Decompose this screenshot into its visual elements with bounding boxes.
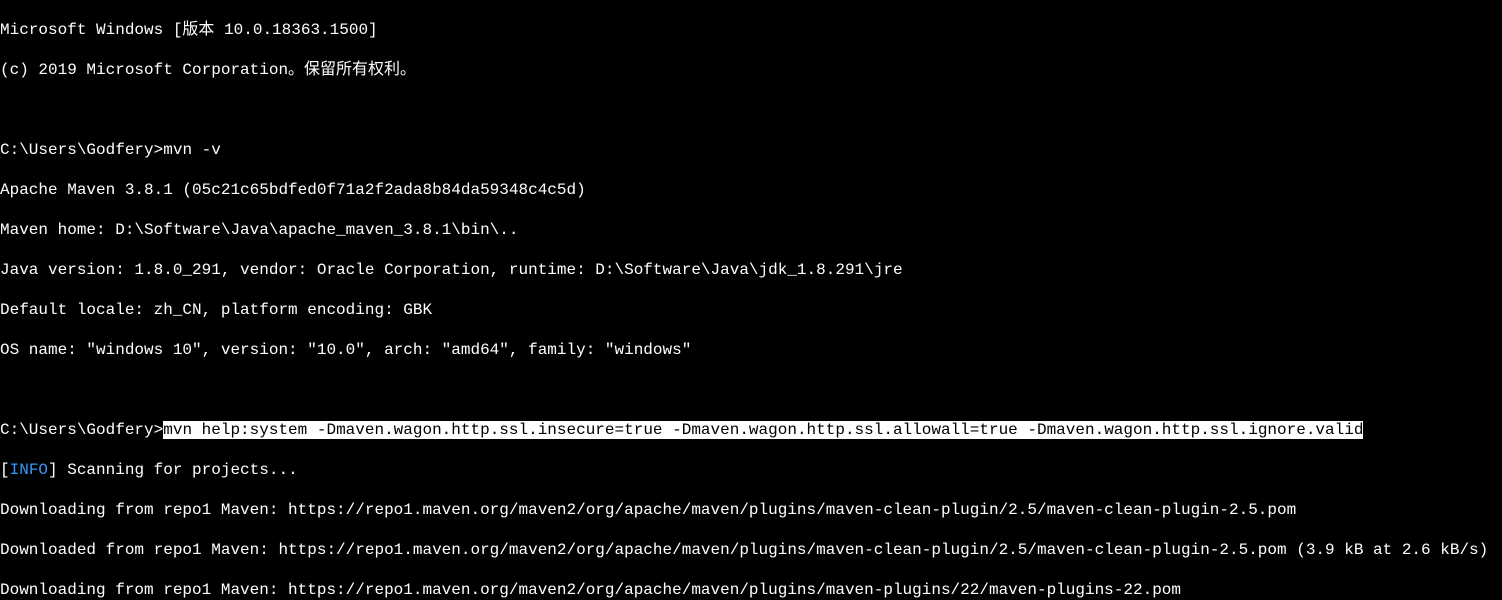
maven-home-line: Maven home: D:\Software\Java\apache_mave… [0, 220, 1502, 240]
os-name-line: OS name: "windows 10", version: "10.0", … [0, 340, 1502, 360]
maven-version-line: Apache Maven 3.8.1 (05c21c65bdfed0f71a2f… [0, 180, 1502, 200]
windows-version-line: Microsoft Windows [版本 10.0.18363.1500] [0, 20, 1502, 40]
bracket-close: ] [48, 461, 58, 479]
terminal-output[interactable]: Microsoft Windows [版本 10.0.18363.1500] (… [0, 0, 1502, 600]
blank-line [0, 100, 1502, 120]
info-tag: INFO [10, 461, 48, 479]
command-text: mvn -v [163, 141, 221, 159]
prompt-prefix: C:\Users\Godfery> [0, 421, 163, 439]
download-line: Downloading from repo1 Maven: https://re… [0, 500, 1502, 520]
copyright-line: (c) 2019 Microsoft Corporation。保留所有权利。 [0, 60, 1502, 80]
download-line: Downloaded from repo1 Maven: https://rep… [0, 540, 1502, 560]
prompt-line-2: C:\Users\Godfery>mvn help:system -Dmaven… [0, 420, 1502, 440]
highlighted-command: mvn help:system -Dmaven.wagon.http.ssl.i… [163, 421, 1363, 439]
java-version-line: Java version: 1.8.0_291, vendor: Oracle … [0, 260, 1502, 280]
prompt-line-1: C:\Users\Godfery>mvn -v [0, 140, 1502, 160]
prompt-prefix: C:\Users\Godfery> [0, 141, 163, 159]
bracket-open: [ [0, 461, 10, 479]
locale-line: Default locale: zh_CN, platform encoding… [0, 300, 1502, 320]
blank-line [0, 380, 1502, 400]
download-line: Downloading from repo1 Maven: https://re… [0, 580, 1502, 600]
info-text: Scanning for projects... [58, 461, 298, 479]
info-scanning-line: [INFO] Scanning for projects... [0, 460, 1502, 480]
